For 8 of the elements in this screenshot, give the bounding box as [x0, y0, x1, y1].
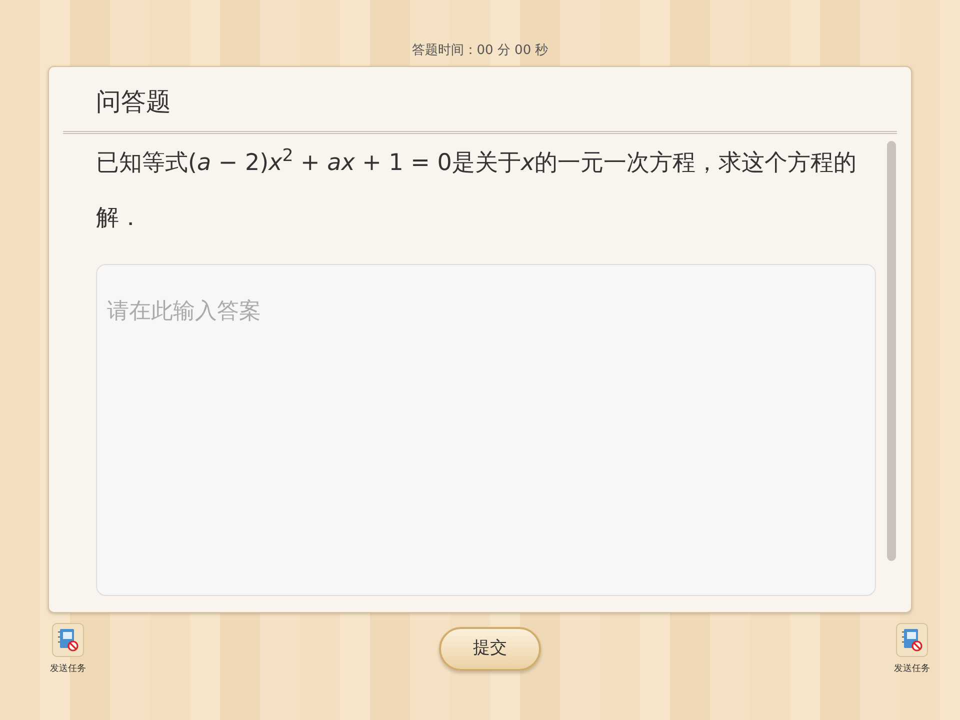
- submit-button[interactable]: 提交: [439, 627, 541, 671]
- notebook-icon: [57, 628, 79, 652]
- question-text: 已知等式(a − 2)x$^{2}$ + ax + 1 = 0是关于x的一元一次方程，求这个方程的解．: [95, 145, 858, 233]
- answer-field[interactable]: 请在此输入答案: [96, 264, 876, 596]
- scrollbar[interactable]: [887, 141, 896, 561]
- card-title: 问答题: [96, 87, 171, 116]
- timer-text: 答题时间：00 分 00 秒: [412, 43, 548, 58]
- notebook-icon: [901, 628, 923, 652]
